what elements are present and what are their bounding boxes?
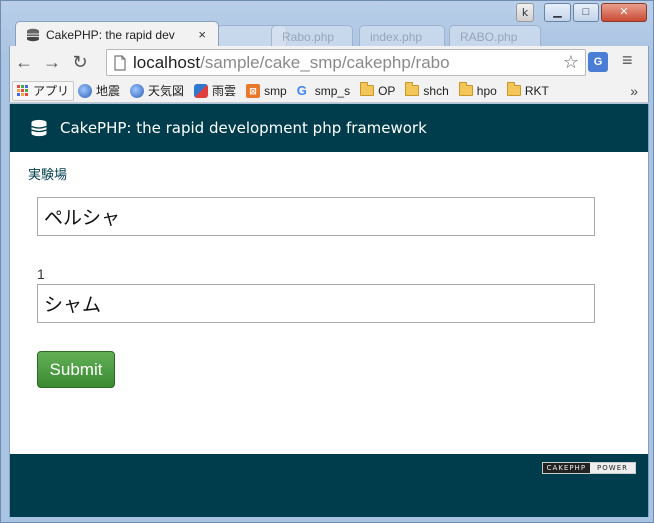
page-breadcrumb: 実験場 — [28, 167, 68, 182]
page-icon — [114, 54, 126, 71]
bookmark-label: smp — [264, 83, 287, 98]
tab-rabo-upper-php[interactable]: RABO.php — [449, 25, 541, 47]
main-content: 実験場 1 Submit — [10, 152, 648, 388]
browser-window: k ▁ □ ✕ Rabo.php index.php RABO.php Cake… — [0, 0, 654, 523]
bookmark-folder-rkt[interactable]: RKT — [503, 80, 555, 102]
folder-icon — [458, 82, 473, 96]
submit-button[interactable]: Submit — [37, 351, 115, 388]
google-icon: G — [296, 82, 307, 98]
tab-title: RABO.php — [460, 29, 518, 44]
cloud-icon — [194, 83, 209, 98]
cake-header: CakePHP: the rapid development php frame… — [10, 104, 648, 152]
bookmark-label: 地震 — [96, 84, 121, 98]
window-controls: k ▁ □ ✕ — [516, 3, 647, 22]
bookmark-apps[interactable]: アプリ — [12, 80, 75, 101]
bookmarks-overflow-button[interactable]: » — [630, 83, 648, 99]
tab-rabo-php[interactable]: Rabo.php — [271, 25, 353, 47]
globe-icon — [78, 83, 93, 98]
bookmark-label: shch — [423, 83, 449, 98]
apps-grid-icon — [17, 84, 29, 97]
page-viewport: CakePHP: the rapid development php frame… — [9, 104, 649, 517]
address-bar[interactable]: localhost/sample/cake_smp/cakephp/rabo ☆ — [106, 49, 586, 76]
bookmark-label: smp_s — [314, 83, 351, 98]
bookmark-label: 天気図 — [148, 84, 185, 98]
folder-icon — [360, 82, 375, 96]
forward-arrow-icon[interactable]: → — [38, 49, 66, 77]
back-arrow-icon[interactable]: ← — [10, 49, 38, 77]
tab-title: Rabo.php — [282, 29, 335, 44]
bookmark-folder-hpo[interactable]: hpo — [455, 80, 503, 102]
cakephp-favicon-icon — [27, 28, 39, 41]
maximize-button[interactable]: □ — [573, 3, 599, 22]
smp-icon: ⊠ — [246, 83, 261, 98]
translate-extension-icon[interactable]: G — [588, 52, 608, 72]
number-label: 1 — [37, 266, 45, 282]
bookmark-jishin[interactable]: 地震 — [74, 80, 126, 102]
chrome-menu-icon[interactable]: ≡ — [622, 50, 633, 71]
folder-icon — [405, 82, 420, 96]
bookmark-label: OP — [378, 83, 396, 98]
bookmark-smp[interactable]: ⊠ smp — [242, 80, 293, 102]
close-window-button[interactable]: ✕ — [601, 3, 647, 22]
cakephp-logo-icon — [31, 119, 47, 137]
user-profile-button[interactable]: k — [516, 3, 534, 22]
reload-icon[interactable]: ↻ — [66, 49, 94, 77]
cake-footer: CAKEPHP POWER — [10, 454, 648, 517]
url-host: localhost — [133, 52, 201, 72]
tab-title: index.php — [370, 29, 423, 44]
badge-right: POWER — [590, 463, 635, 473]
folder-icon — [506, 82, 521, 96]
site-title: CakePHP: the rapid development php frame… — [60, 119, 427, 137]
bookmark-label: RKT — [524, 83, 549, 98]
bookmarks-bar: アプリ 地震 天気図 雨雲 ⊠ smp Gsmp_s OP shch hpo RK… — [9, 79, 649, 103]
badge-left: CAKEPHP — [542, 463, 591, 473]
tab-index-php[interactable]: index.php — [359, 25, 445, 47]
bookmark-label: hpo — [476, 83, 497, 98]
bookmark-folder-op[interactable]: OP — [356, 80, 401, 102]
tab-close-icon[interactable]: × — [198, 27, 206, 42]
cakephp-power-badge[interactable]: CAKEPHP POWER — [541, 462, 636, 474]
text-input-2[interactable] — [37, 284, 595, 323]
bookmark-star-icon[interactable]: ☆ — [563, 52, 579, 73]
minimize-button[interactable]: ▁ — [544, 3, 571, 22]
tab-title: CakePHP: the rapid dev — [46, 27, 175, 42]
globe-icon — [130, 83, 145, 98]
text-input-1[interactable] — [37, 197, 595, 236]
bookmark-label: 雨雲 — [212, 84, 237, 98]
tab-strip: Rabo.php index.php RABO.php CakePHP: the… — [9, 21, 649, 47]
bookmark-smp-s[interactable]: Gsmp_s — [293, 80, 356, 102]
url-path: /sample/cake_smp/cakephp/rabo — [200, 52, 450, 72]
bookmark-folder-shch[interactable]: shch — [401, 80, 454, 102]
bookmark-label: アプリ — [33, 84, 70, 98]
bookmark-tenkizu[interactable]: 天気図 — [126, 80, 190, 102]
browser-toolbar: ← → ↻ localhost/sample/cake_smp/cakephp/… — [9, 46, 649, 79]
tab-cakephp[interactable]: CakePHP: the rapid dev × — [15, 21, 219, 47]
bookmark-amagumo[interactable]: 雨雲 — [190, 80, 242, 102]
